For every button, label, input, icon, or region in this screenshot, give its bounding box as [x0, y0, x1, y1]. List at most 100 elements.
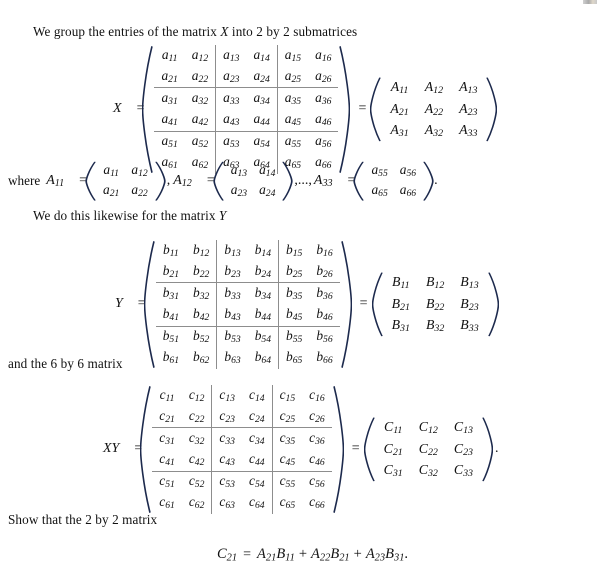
- cell-b32: b32: [186, 282, 218, 305]
- cell-b55: b55: [286, 328, 303, 346]
- cell-a16: a16: [315, 46, 332, 64]
- cell-b46: b46: [309, 304, 340, 327]
- cell-c36: c36: [309, 429, 325, 447]
- final-term-3: A23B31: [365, 546, 405, 564]
- matrix-row: b21 b22 b23 b24 b25 b26: [155, 261, 340, 284]
- cell-B21: B21: [391, 295, 410, 313]
- paragraph-and6by6: and the 6 by 6 matrix: [8, 356, 123, 371]
- cell-a21: a21: [154, 66, 185, 89]
- matrix-row: A11 A12 A13: [382, 77, 485, 99]
- cell-a36: a36: [315, 89, 332, 107]
- right-paren-icon: [154, 161, 166, 201]
- cell-c31: c31: [159, 429, 175, 447]
- cell-c13: c13: [219, 386, 235, 404]
- matrix-row: A31 A32 A33: [382, 120, 485, 142]
- right-paren-icon: [482, 417, 493, 482]
- cell-c33: c33: [219, 429, 235, 447]
- matrix-row: a21 a22 a23 a24 a25 a26: [154, 66, 339, 89]
- left-paren-icon: [213, 161, 224, 201]
- cell-c32: c32: [181, 427, 213, 450]
- cell-b26: b26: [309, 261, 340, 284]
- matrix-row: B21 B22 B23: [384, 294, 487, 316]
- paragraph-show-that: Show that the 2 by 2 matrix: [8, 512, 158, 527]
- cell-c41: c41: [152, 449, 182, 472]
- where-A33-label: A33: [313, 173, 333, 190]
- left-paren-icon: [370, 77, 382, 142]
- cell-a11: a11: [103, 162, 119, 180]
- equation-XY-equals2: =: [351, 441, 360, 457]
- equation-Y: Y = b11 b12 b13 b14 b15 b16 b21 b22 b23: [115, 240, 499, 369]
- cell-a53: a53: [223, 133, 240, 151]
- cell-b34: b34: [247, 282, 280, 305]
- cell-a14: a14: [246, 45, 278, 67]
- cell-b44: b44: [247, 304, 280, 327]
- cell-a32: a32: [184, 87, 217, 110]
- where-period: .: [434, 173, 438, 189]
- cell-a12: a12: [131, 162, 148, 180]
- matrix-A33-table: a55 a56 a65 a66: [365, 161, 422, 201]
- cell-a65: a65: [371, 182, 388, 200]
- cell-A32: A32: [424, 122, 444, 140]
- cell-c34: c34: [241, 427, 273, 450]
- cell-A13: A13: [459, 79, 478, 97]
- cell-b14: b14: [247, 240, 280, 262]
- cell-A23: A23: [459, 100, 478, 118]
- cell-C12: C12: [418, 419, 438, 437]
- cell-c65: c65: [279, 494, 296, 512]
- cell-B23: B23: [460, 295, 479, 313]
- cell-b24: b24: [247, 261, 280, 284]
- cell-a52: a52: [184, 131, 217, 153]
- variable-Y: Y: [218, 208, 227, 223]
- cell-a14: a14: [259, 162, 276, 180]
- cell-b66: b66: [316, 349, 333, 367]
- matrix-row: c21 c22 c23 c24 c25 c26: [152, 406, 332, 429]
- cell-A21: A21: [390, 100, 409, 118]
- cell-a42: a42: [184, 109, 217, 132]
- left-paren-icon: [371, 272, 383, 337]
- cell-b51: b51: [162, 328, 180, 346]
- cell-c24: c24: [241, 406, 273, 429]
- cell-b62: b62: [186, 347, 218, 369]
- cell-b53: b53: [224, 328, 241, 346]
- cell-b41: b41: [155, 304, 187, 327]
- cell-b25: b25: [278, 261, 310, 284]
- cell-b35: b35: [286, 284, 303, 302]
- cell-b56: b56: [316, 328, 333, 346]
- equation-X: X = a11 a12 a13 a14 a15 a16 a21 a22 a23: [113, 45, 498, 174]
- matrix-row: B11 B12 B13: [384, 272, 487, 294]
- left-paren-icon: [85, 161, 96, 201]
- matrix-row: a51 a52 a53 a54 a55 a56: [154, 131, 338, 153]
- final-term-2: A22B21: [311, 546, 350, 564]
- cell-b45: b45: [278, 304, 310, 327]
- cell-B22: B22: [425, 295, 445, 313]
- cell-c63: c63: [219, 494, 235, 512]
- cell-A31: A31: [390, 122, 409, 140]
- cell-a25: a25: [277, 66, 309, 89]
- cell-c43: c43: [211, 449, 242, 472]
- cell-b65: b65: [286, 349, 303, 367]
- cell-b11: b11: [163, 241, 179, 259]
- final-lhs: C21: [217, 546, 238, 564]
- matrix-row: c31 c32 c33 c34 c35 c36: [152, 427, 331, 450]
- matrix-A33-2x2: a55 a56 a65 a66: [353, 161, 434, 201]
- right-paren-icon: [486, 77, 498, 142]
- equation-Y-lhs: Y: [115, 296, 123, 312]
- left-paren-icon: [363, 417, 375, 482]
- cell-c55: c55: [279, 473, 296, 491]
- matrix-b-6x6: b11 b12 b13 b14 b15 b16 b21 b22 b23 b24 …: [143, 240, 352, 369]
- cell-b36: b36: [316, 284, 333, 302]
- cell-a22: a22: [184, 66, 217, 89]
- cell-B33: B33: [460, 317, 479, 335]
- cell-A33: A33: [459, 122, 478, 140]
- cell-a24: a24: [246, 66, 278, 89]
- matrix-row: C11 C12 C13: [376, 417, 481, 439]
- cell-b43: b43: [216, 304, 248, 327]
- cell-a13: a13: [230, 162, 248, 180]
- matrix-a-table: a11 a12 a13 a14 a15 a16 a21 a22 a23 a24 …: [154, 45, 339, 174]
- paragraph-intro: We group the entries of the matrix X int…: [33, 24, 357, 40]
- matrix-c-6x6: c11 c12 c13 c14 c15 c16 c21 c22 c23 c24 …: [140, 385, 344, 514]
- cell-b61: b61: [162, 349, 180, 367]
- matrix-row: a55 a56: [365, 161, 422, 181]
- cell-c66: c66: [309, 494, 325, 512]
- cell-b21: b21: [155, 261, 187, 284]
